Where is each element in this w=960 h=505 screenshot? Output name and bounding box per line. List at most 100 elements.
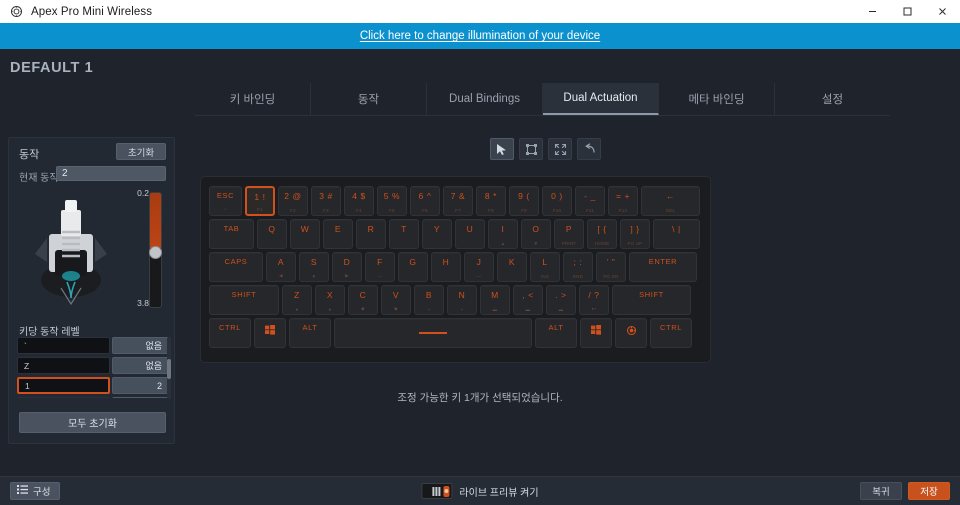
key-\-|[interactable]: \ | [653, 219, 700, 249]
key-6-^[interactable]: 6 ^ F6 [410, 186, 440, 216]
key-legend: ← [665, 191, 676, 201]
key-x[interactable]: X ● [315, 285, 345, 315]
live-preview-toggle[interactable] [421, 483, 453, 499]
key-[-{[interactable]: [ {HOME [587, 219, 617, 249]
illumination-link[interactable]: Click here to change illumination of you… [360, 30, 600, 42]
cursor-tool-button[interactable] [490, 138, 514, 160]
key-z[interactable]: Z ● [282, 285, 312, 315]
key-q[interactable]: Q [257, 219, 287, 249]
key-legend: U [466, 224, 474, 234]
revert-button[interactable]: 복귀 [860, 482, 902, 500]
key-/-?[interactable]: / ? ▸▪ [579, 285, 609, 315]
key-legend: SHIFT [639, 290, 664, 299]
key-,-<[interactable]: , < ▬ [513, 285, 543, 315]
tab-5[interactable]: 설정 [775, 83, 890, 115]
tab-1[interactable]: 동작 [311, 83, 427, 115]
key-tab[interactable]: TAB [209, 219, 254, 249]
key-g[interactable]: G [398, 252, 428, 282]
tab-2[interactable]: Dual Bindings [427, 83, 543, 115]
key-2-@[interactable]: 2 @ F2 [278, 186, 308, 216]
maximize-button[interactable] [890, 0, 925, 23]
key-v[interactable]: V ◆ [381, 285, 411, 315]
key-shift[interactable]: SHIFT [612, 285, 691, 315]
row-value[interactable]: 없음 [112, 337, 169, 354]
undo-tool-button[interactable] [577, 138, 601, 160]
key-steelseries-icon[interactable] [615, 318, 647, 348]
key-.->[interactable]: . > ▬ [546, 285, 576, 315]
key-w[interactable]: W [290, 219, 320, 249]
table-row[interactable]: ` 없음 [17, 337, 169, 354]
key-windows-icon[interactable] [254, 318, 286, 348]
key-]-}[interactable]: ] } PG UP [620, 219, 650, 249]
key-sublabel: ▶ [345, 273, 349, 278]
key-;-:[interactable]: ; : END [563, 252, 593, 282]
key-o[interactable]: O ▼ [521, 219, 551, 249]
actuation-slider[interactable]: 0.2 3.8 [137, 186, 173, 316]
tab-3[interactable]: Dual Actuation [543, 83, 659, 115]
row-value[interactable]: 없음 [112, 357, 169, 374]
key-space[interactable] [334, 318, 532, 348]
key-alt[interactable]: ALT [289, 318, 331, 348]
minimize-button[interactable] [855, 0, 890, 23]
key-caps[interactable]: CAPS [209, 252, 263, 282]
key-=-+[interactable]: = + F12 [608, 186, 638, 216]
key-’-”[interactable]: ’ ” PG DN [596, 252, 626, 282]
key-l[interactable]: L INS [530, 252, 560, 282]
key-5-%[interactable]: 5 % F5 [377, 186, 407, 216]
save-button[interactable]: 저장 [908, 482, 950, 500]
key-m[interactable]: M ▬ [480, 285, 510, 315]
key-c[interactable]: C ◆ [348, 285, 378, 315]
key-h[interactable]: H [431, 252, 461, 282]
key-←[interactable]: ← DEL [641, 186, 700, 216]
key-n[interactable]: N ▪ [447, 285, 477, 315]
key-ctrl[interactable]: CTRL [650, 318, 692, 348]
key-windows-icon[interactable] [580, 318, 612, 348]
key-ctrl[interactable]: CTRL [209, 318, 251, 348]
key-u[interactable]: U [455, 219, 485, 249]
key-e[interactable]: E [323, 219, 353, 249]
key-j[interactable]: J — [464, 252, 494, 282]
key-enter[interactable]: ENTER [629, 252, 697, 282]
key-s[interactable]: S ▼ [299, 252, 329, 282]
key-0-)[interactable]: 0 ) F10 [542, 186, 572, 216]
key---_[interactable]: - _ F11 [575, 186, 605, 216]
key-p[interactable]: P PRINT [554, 219, 584, 249]
key-legend: 9 ( [518, 191, 530, 201]
key-8-*[interactable]: 8 * F8 [476, 186, 506, 216]
table-row[interactable]: Z 없음 [17, 357, 169, 374]
reset-actuation-button[interactable]: 초기화 [116, 143, 166, 160]
tab-4[interactable]: 메타 바인딩 [659, 83, 775, 115]
reset-all-button[interactable]: 모두 초기화 [19, 412, 166, 433]
key-9-([interactable]: 9 (F9 [509, 186, 539, 216]
current-actuation-input[interactable]: 2 [56, 166, 166, 181]
tab-0[interactable]: 키 바인딩 [195, 83, 311, 115]
key-shift[interactable]: SHIFT [209, 285, 279, 315]
key-i[interactable]: I ▲ [488, 219, 518, 249]
config-button[interactable]: 구성 [10, 482, 61, 500]
keyboard[interactable]: ESC ‘˜ 1 ! F1 2 @ F2 3 # F3 4 $ F4 5 % F5 6 ^ F6 7 & F7… [200, 176, 711, 363]
key-d[interactable]: D ▶ [332, 252, 362, 282]
scrollbar-thumb[interactable] [167, 359, 171, 379]
marquee-select-tool-button[interactable] [519, 138, 543, 160]
key-sublabel: F4 [356, 208, 362, 213]
key-t[interactable]: T [389, 219, 419, 249]
key-sublabel: F2 [290, 208, 296, 213]
key-y[interactable]: Y [422, 219, 452, 249]
close-button[interactable] [925, 0, 960, 23]
slider-knob[interactable] [149, 246, 162, 259]
key-3-#[interactable]: 3 # F3 [311, 186, 341, 216]
key-4-$[interactable]: 4 $ F4 [344, 186, 374, 216]
bottom-bar: 구성 라이브 프리뷰 켜기 복귀 저장 [0, 476, 960, 505]
key-k[interactable]: K [497, 252, 527, 282]
steelseries-icon [616, 325, 646, 338]
key-alt[interactable]: ALT [535, 318, 577, 348]
key-r[interactable]: R [356, 219, 386, 249]
key-b[interactable]: B ▪ [414, 285, 444, 315]
key-esc[interactable]: ESC ‘˜ [209, 186, 242, 216]
key-legend: J [476, 257, 482, 267]
key-1-![interactable]: 1 ! F1 [245, 186, 275, 216]
key-a[interactable]: A ◀ [266, 252, 296, 282]
key-7-&[interactable]: 7 & F7 [443, 186, 473, 216]
select-all-tool-button[interactable] [548, 138, 572, 160]
key-f[interactable]: F — [365, 252, 395, 282]
